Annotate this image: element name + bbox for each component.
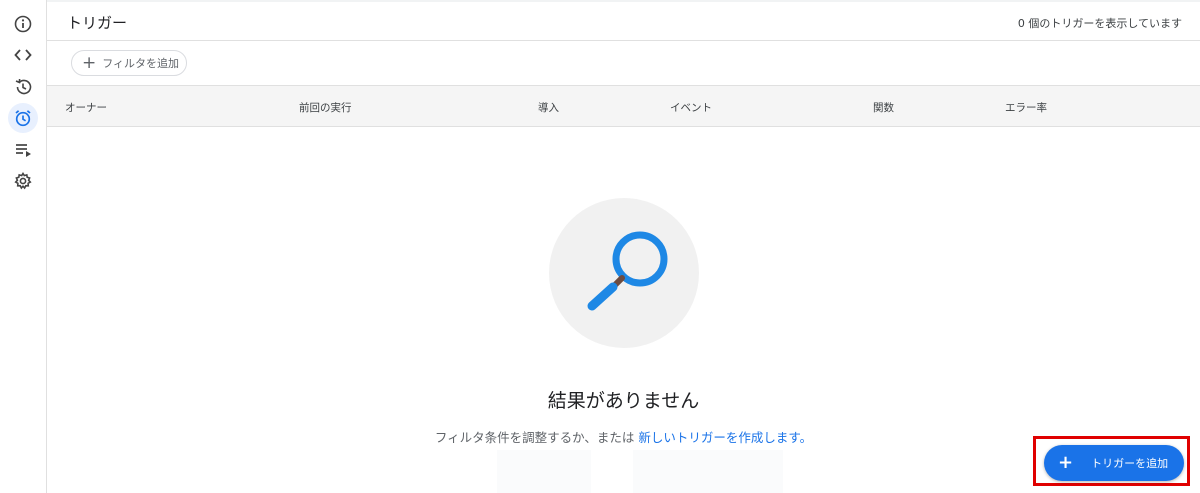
- faded-placeholder: [497, 450, 591, 493]
- gear-icon[interactable]: [8, 166, 38, 196]
- code-icon[interactable]: [8, 40, 38, 70]
- plus-icon: +: [82, 52, 97, 73]
- empty-state-title: 結果がありません: [547, 390, 700, 412]
- empty-state-illustration: [549, 198, 699, 348]
- page-title: トリガー: [67, 14, 128, 32]
- column-header-error-rate[interactable]: エラー率: [1005, 100, 1047, 115]
- alarm-clock-icon[interactable]: [8, 103, 38, 133]
- create-trigger-link[interactable]: 新しいトリガーを作成します。: [638, 430, 812, 445]
- column-header-owner[interactable]: オーナー: [65, 100, 107, 115]
- filter-row: + フィルタを追加: [47, 41, 1200, 85]
- search-icon: [587, 231, 668, 311]
- add-filter-button[interactable]: + フィルタを追加: [71, 50, 187, 76]
- column-header-event[interactable]: イベント: [670, 100, 712, 115]
- column-header-deployment[interactable]: 導入: [538, 100, 559, 115]
- empty-state-hint: フィルタ条件を調整するか、または: [434, 430, 639, 445]
- empty-state-subtitle: フィルタ条件を調整するか、または 新しいトリガーを作成します。: [47, 427, 1200, 446]
- main-content: トリガー 0 個のトリガーを表示しています + フィルタを追加 オーナー 前回の…: [47, 0, 1200, 493]
- trigger-count-text: 0 個のトリガーを表示しています: [1017, 17, 1182, 30]
- column-header-last-run[interactable]: 前回の実行: [299, 100, 352, 115]
- info-icon[interactable]: [8, 9, 38, 39]
- plus-icon: +: [1058, 452, 1074, 473]
- page-header: トリガー 0 個のトリガーを表示しています: [47, 2, 1200, 41]
- add-trigger-label: トリガーを追加: [1091, 457, 1169, 470]
- table-header: オーナー 前回の実行 導入 イベント 関数 エラー率: [47, 85, 1200, 127]
- add-trigger-button[interactable]: + トリガーを追加: [1044, 445, 1184, 481]
- add-filter-label: フィルタを追加: [102, 57, 180, 70]
- history-icon[interactable]: [8, 72, 38, 102]
- faded-placeholder: [633, 450, 783, 493]
- sidebar: [0, 0, 47, 493]
- playlist-icon[interactable]: [8, 135, 38, 165]
- column-header-function[interactable]: 関数: [873, 100, 894, 115]
